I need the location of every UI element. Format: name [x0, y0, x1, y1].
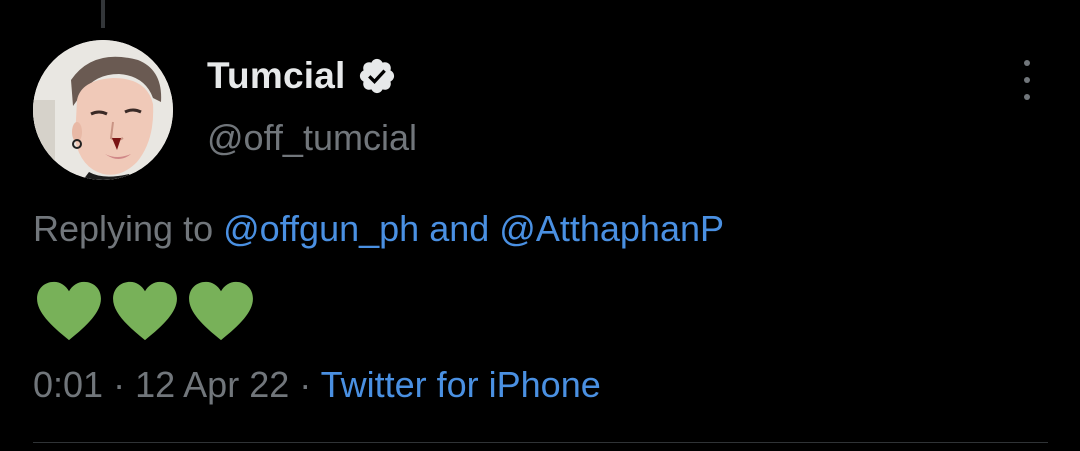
green-heart-icon — [37, 281, 101, 341]
tweet-meta: 0:01 · 12 Apr 22 · Twitter for iPhone — [33, 364, 601, 406]
author-name-row[interactable]: Tumcial — [207, 52, 397, 100]
meta-separator: · — [299, 364, 312, 405]
replying-prefix: Replying to — [33, 208, 214, 249]
mention-link-1[interactable]: @offgun_ph — [223, 208, 419, 249]
green-heart-icon — [189, 281, 253, 341]
tweet-source-link[interactable]: Twitter for iPhone — [321, 364, 601, 405]
display-name[interactable]: Tumcial — [207, 55, 345, 97]
mention-joiner[interactable]: and — [429, 208, 489, 249]
more-dot — [1024, 94, 1030, 100]
author-handle[interactable]: @off_tumcial — [207, 117, 417, 159]
replying-to-line: Replying to @offgun_ph and @AtthaphanP — [33, 208, 724, 250]
verified-badge-icon — [357, 56, 397, 96]
avatar-image — [33, 40, 173, 180]
meta-separator: · — [113, 364, 126, 405]
more-dot — [1024, 60, 1030, 66]
tweet-detail: Tumcial @off_tumcial Replying to @offgun… — [0, 0, 1080, 451]
more-dot — [1024, 77, 1030, 83]
avatar[interactable] — [33, 40, 173, 180]
tweet-time[interactable]: 0:01 — [33, 364, 103, 405]
tweet-date[interactable]: 12 Apr 22 — [135, 364, 289, 405]
thread-connector-line — [101, 0, 105, 28]
tweet-text — [35, 280, 255, 342]
mention-link-2[interactable]: @AtthaphanP — [499, 208, 724, 249]
divider — [33, 442, 1048, 443]
green-heart-icon — [113, 281, 177, 341]
more-options-icon[interactable] — [1010, 60, 1044, 100]
